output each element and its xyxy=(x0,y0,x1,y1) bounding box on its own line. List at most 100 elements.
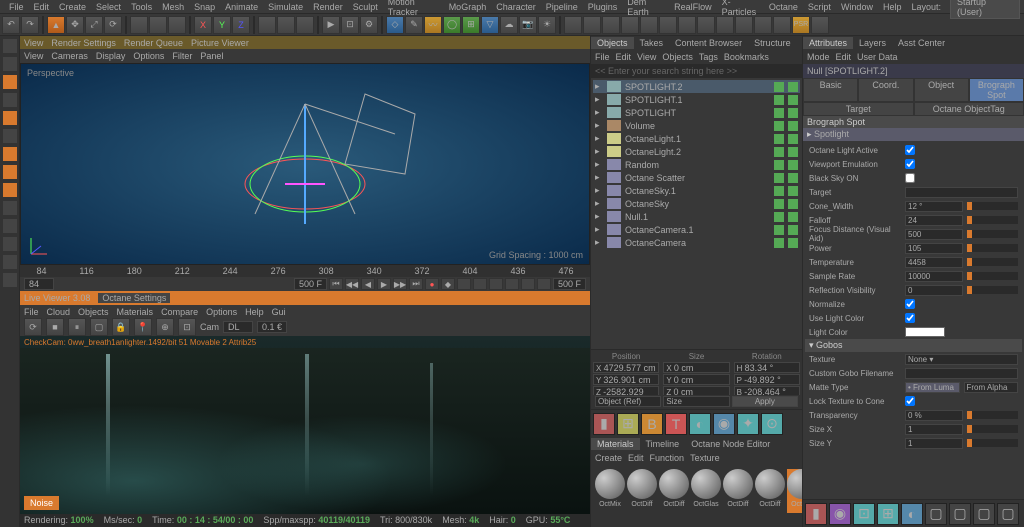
tb-9[interactable] xyxy=(602,16,620,34)
vis-tag2[interactable] xyxy=(788,121,798,131)
param-slider[interactable] xyxy=(967,216,1019,224)
lb-point[interactable] xyxy=(2,146,18,162)
lvm-file[interactable]: File xyxy=(24,307,39,317)
param-checkbox[interactable] xyxy=(905,299,915,309)
vis-tag2[interactable] xyxy=(788,186,798,196)
nurbs-button[interactable]: ◯ xyxy=(443,16,461,34)
tree-item-0[interactable]: ▸SPOTLIGHT.2 xyxy=(593,80,800,93)
spline-button[interactable]: 〰 xyxy=(424,16,442,34)
vpm-display[interactable]: Display xyxy=(96,51,126,61)
bi-2[interactable]: ⊞ xyxy=(617,413,639,435)
menu-xparticles[interactable]: X-Particles xyxy=(717,0,764,17)
render-button[interactable]: ▶ xyxy=(322,16,340,34)
vis-tag[interactable] xyxy=(774,173,784,183)
vpm-filter[interactable]: Filter xyxy=(172,51,192,61)
lv-refresh-button[interactable]: ⟳ xyxy=(24,318,42,336)
menu-mograph[interactable]: MoGraph xyxy=(444,2,492,12)
bi-1[interactable]: ▮ xyxy=(593,413,615,435)
size-y[interactable]: Y 0 cm xyxy=(663,374,729,385)
mm-create[interactable]: Create xyxy=(595,453,622,463)
lb-6[interactable] xyxy=(2,218,18,234)
menu-octane[interactable]: Octane xyxy=(764,2,803,12)
menu-create[interactable]: Create xyxy=(54,2,91,12)
menu-help[interactable]: Help xyxy=(878,2,907,12)
material-2[interactable]: OctDiff xyxy=(659,469,689,513)
param-value[interactable]: 4458 xyxy=(905,257,963,268)
tb-3[interactable] xyxy=(168,16,186,34)
param-checkbox[interactable] xyxy=(905,145,915,155)
att-section-gobos[interactable]: ▾ Gobos xyxy=(805,339,1022,352)
tab-objects[interactable]: Objects xyxy=(591,37,634,49)
menu-simulate[interactable]: Simulate xyxy=(263,2,308,12)
lb-poly[interactable] xyxy=(2,182,18,198)
lvm-cloud[interactable]: Cloud xyxy=(47,307,71,317)
tree-item-11[interactable]: ▸OctaneCamera.1 xyxy=(593,223,800,236)
att-subsection[interactable]: ▸ Spotlight xyxy=(803,128,1024,141)
vp-tab-view[interactable]: View xyxy=(24,38,43,48)
menu-select[interactable]: Select xyxy=(91,2,126,12)
param-value[interactable]: 1 xyxy=(905,438,963,449)
mm-function[interactable]: Function xyxy=(650,453,685,463)
menu-window[interactable]: Window xyxy=(836,2,878,12)
menu-mesh[interactable]: Mesh xyxy=(157,2,189,12)
tab-takes[interactable]: Takes xyxy=(634,37,670,49)
size-dropdown[interactable]: Size xyxy=(663,396,729,407)
tb-11[interactable] xyxy=(640,16,658,34)
material-1[interactable]: OctDiff xyxy=(627,469,657,513)
param-dropdown[interactable]: None ▾ xyxy=(905,354,1018,365)
param-checkbox[interactable] xyxy=(905,396,915,406)
lb-8[interactable] xyxy=(2,254,18,270)
tl-end-field[interactable]: 500 F xyxy=(553,278,586,290)
lb-3[interactable] xyxy=(2,92,18,108)
vis-tag[interactable] xyxy=(774,160,784,170)
tb-18[interactable] xyxy=(773,16,791,34)
ai-1[interactable]: ▮ xyxy=(805,503,827,525)
tl-back-button[interactable]: ◀ xyxy=(361,278,375,290)
array-button[interactable]: ⊞ xyxy=(462,16,480,34)
tb-13[interactable] xyxy=(678,16,696,34)
light-button[interactable]: ☀ xyxy=(538,16,556,34)
objref-dropdown[interactable]: Object (Ref) xyxy=(595,396,661,407)
render-region-button[interactable]: ⊡ xyxy=(341,16,359,34)
tb-15[interactable] xyxy=(716,16,734,34)
tl-play-button[interactable]: ▶ xyxy=(377,278,391,290)
bi-3[interactable]: B xyxy=(641,413,663,435)
tl-a4[interactable] xyxy=(505,278,519,290)
pos-x[interactable]: X 4729.577 cm xyxy=(593,362,659,373)
lvm-compare[interactable]: Compare xyxy=(161,307,198,317)
tl-cur-field[interactable]: 500 F xyxy=(294,278,327,290)
rot-h[interactable]: H 83.34 ° xyxy=(734,362,800,373)
ai-3[interactable]: ⊡ xyxy=(853,503,875,525)
ai-8[interactable]: ▢ xyxy=(973,503,995,525)
lvm-materials[interactable]: Materials xyxy=(117,307,154,317)
mm-texture[interactable]: Texture xyxy=(690,453,720,463)
objects-search[interactable]: << Enter your search string here >> xyxy=(591,64,802,78)
tab-content[interactable]: Content Browser xyxy=(669,37,748,49)
menu-motiontracker[interactable]: Motion Tracker xyxy=(383,0,444,17)
tb-10[interactable] xyxy=(621,16,639,34)
lv-dl-dropdown[interactable]: DL xyxy=(223,321,253,333)
material-4[interactable]: OctDiff xyxy=(723,469,753,513)
ai-5[interactable]: ◐ xyxy=(901,503,923,525)
tb-14[interactable] xyxy=(697,16,715,34)
param-field[interactable] xyxy=(905,368,1018,379)
param-value[interactable]: 105 xyxy=(905,243,963,254)
menu-tools[interactable]: Tools xyxy=(126,2,157,12)
lv-val-field[interactable]: 0.1 € xyxy=(257,321,287,333)
vis-tag2[interactable] xyxy=(788,147,798,157)
param-value[interactable]: 10000 xyxy=(905,271,963,282)
tl-key-button[interactable]: ◆ xyxy=(441,278,455,290)
timeline-ruler[interactable]: 84116180212244276308340372404436476 xyxy=(20,265,590,277)
undo-button[interactable]: ↶ xyxy=(2,16,20,34)
om-file[interactable]: File xyxy=(595,52,610,62)
vp-tab-pictureviewer[interactable]: Picture Viewer xyxy=(191,38,249,48)
rot-p[interactable]: P -49.892 ° xyxy=(734,374,800,385)
lb-model[interactable] xyxy=(2,74,18,90)
menu-snap[interactable]: Snap xyxy=(189,2,220,12)
lb-7[interactable] xyxy=(2,236,18,252)
am-userdata[interactable]: User Data xyxy=(857,52,898,62)
lb-5[interactable] xyxy=(2,200,18,216)
select-button[interactable]: ▲ xyxy=(47,16,65,34)
param-slider[interactable] xyxy=(967,258,1019,266)
lvm-objects[interactable]: Objects xyxy=(78,307,109,317)
